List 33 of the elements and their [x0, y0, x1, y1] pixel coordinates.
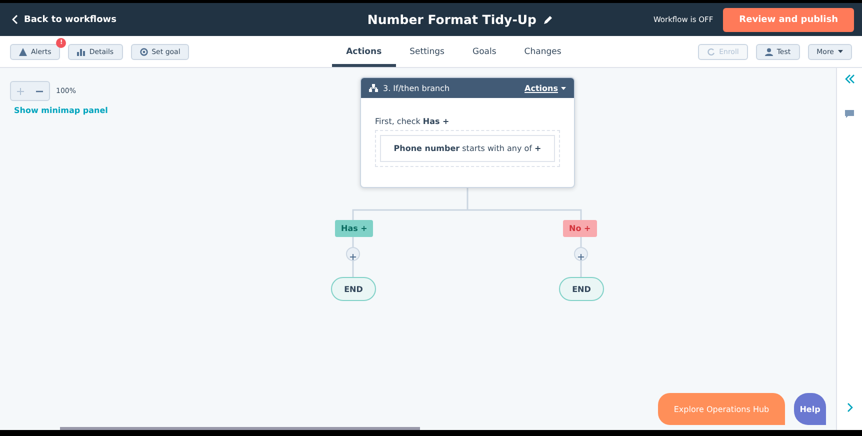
collapse-icon[interactable] [844, 74, 854, 84]
chart-icon [77, 48, 86, 56]
expand-icon[interactable] [846, 403, 852, 412]
branch-label[interactable]: Has + [335, 220, 374, 237]
action-card[interactable]: 3. If/then branch Actions First, check Has + Phone number starts with any of + [360, 77, 575, 188]
caret-icon [561, 86, 566, 90]
refresh-icon [707, 48, 716, 56]
comment-icon[interactable] [845, 110, 854, 118]
tab[interactable]: Settings [396, 39, 458, 67]
actions-menu[interactable]: Actions [524, 84, 566, 92]
end-node: END [559, 277, 604, 301]
chevron-left-icon [12, 15, 18, 24]
end-node: END [331, 277, 376, 301]
person-icon [764, 48, 773, 56]
tab[interactable]: Changes [510, 39, 576, 67]
warning-icon [19, 48, 27, 56]
plus-icon [575, 251, 587, 263]
tab[interactable]: Goals [458, 39, 510, 67]
workflow-title: Number Format Tidy-Up [367, 12, 536, 27]
target-icon [140, 48, 148, 56]
check-text: First, check Has + [375, 117, 450, 126]
add-action-button[interactable] [346, 247, 360, 261]
scrollbar[interactable] [60, 427, 420, 430]
help-button[interactable]: Help [794, 393, 826, 425]
plus-icon [347, 251, 359, 263]
plus-icon [17, 88, 24, 94]
add-action-button[interactable] [574, 247, 588, 261]
back-link[interactable]: Back to workflows [12, 14, 116, 24]
condition-filter[interactable]: Phone number starts with any of + [380, 135, 555, 162]
branch-icon [369, 84, 378, 92]
caret-icon [838, 50, 843, 53]
action-title: 3. If/then branch [383, 84, 451, 92]
pencil-icon[interactable] [544, 16, 552, 24]
